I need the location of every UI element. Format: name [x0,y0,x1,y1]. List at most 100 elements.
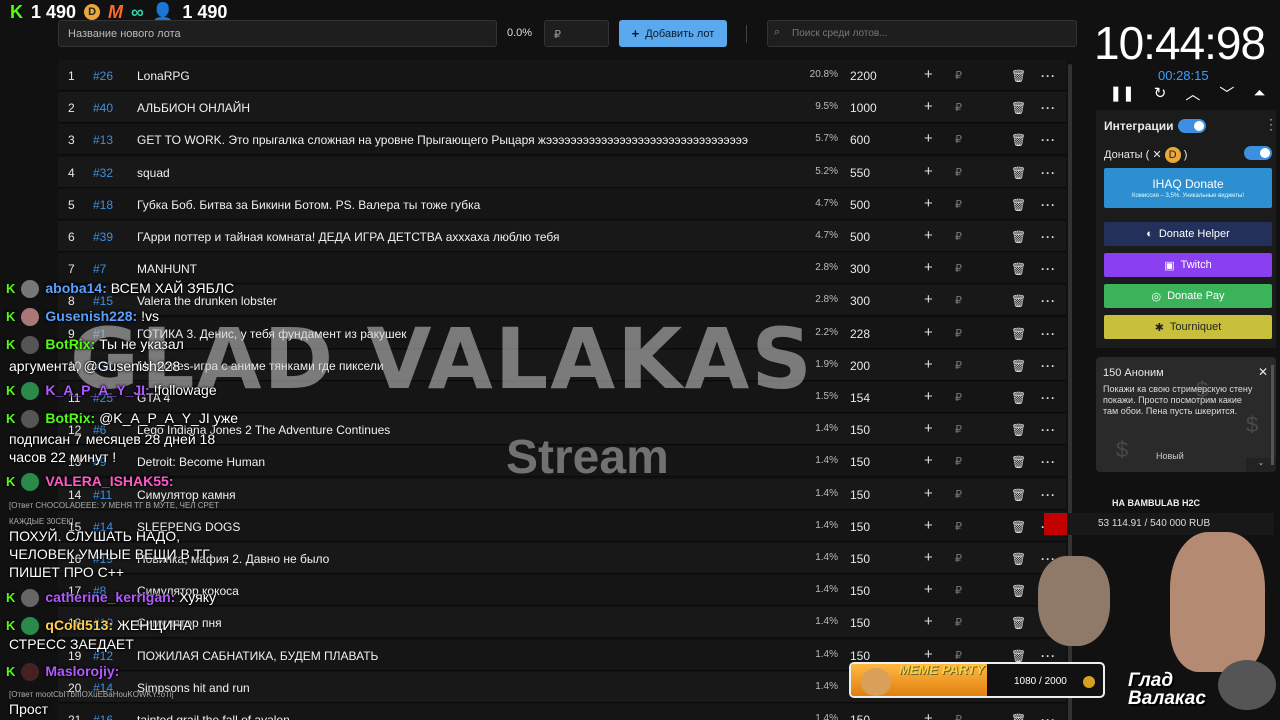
lot-sum[interactable]: 200 [850,359,910,373]
chat-username[interactable]: K_A_P_A_Y_JI: [45,382,149,398]
lot-row[interactable]: 9 #1 ГОТИКА 3. Денис, у тебя фундамент из … [58,317,1066,349]
lot-search-input[interactable]: ⌕ Поиск среди лотов... [767,20,1077,47]
plus-icon[interactable]: + [924,388,933,405]
more-icon[interactable]: ··· [1041,294,1056,308]
lot-sum[interactable]: 150 [850,649,910,663]
plus-icon[interactable]: + [924,581,933,598]
chevron-down-icon[interactable]: ﹀ [1219,83,1234,104]
ruble-icon[interactable]: ₽ [955,327,962,340]
add-lot-button[interactable]: + Добавить лот [619,20,727,47]
trash-icon[interactable]: 🗑 [1011,520,1026,534]
lot-name[interactable]: Memories-игра с аниме тянками где пиксел… [137,359,797,373]
more-icon[interactable]: ··· [1041,262,1056,276]
chevron-up-icon[interactable]: ︿ [1185,83,1200,104]
ruble-icon[interactable]: ₽ [955,69,962,82]
trash-icon[interactable]: 🗑 [1011,262,1026,276]
trash-icon[interactable]: 🗑 [1011,713,1026,720]
lot-row[interactable]: 13 #9 Detroit: Become Human 1.4% 150 + ₽ 🗑 ··· [58,446,1066,478]
lot-sum[interactable]: 150 [850,713,910,720]
lot-row[interactable]: 15#14SLEEPENG DOGS1.4%150+₽🗑··· [58,510,1066,542]
more-icon[interactable]: ··· [1041,198,1056,212]
lot-name[interactable]: ПОЖИЛАЯ САБНАТИКА, БУДЕМ ПЛАВАТЬ [137,649,797,663]
lot-name[interactable]: Detroit: Become Human [137,455,797,469]
trash-icon[interactable]: 🗑 [1011,455,1026,469]
lot-name[interactable]: SLEEPENG DOGS [137,520,797,534]
lot-name[interactable]: Новинка, мафия 2. Давно не было [137,552,797,566]
plus-icon[interactable]: + [924,420,933,437]
lot-name[interactable]: ГАрри поттер и тайная комната! ДЕДА ИГРА… [137,230,797,244]
trash-icon[interactable]: 🗑 [1011,198,1026,212]
ruble-icon[interactable]: ₽ [955,391,962,404]
chat-username[interactable]: VALERA_ISHAK55: [45,473,173,489]
more-icon[interactable]: ··· [1041,391,1056,405]
lot-name[interactable]: GET TO WORK. Это прыгалка сложная на уро… [137,133,797,147]
more-icon[interactable]: ··· [1041,713,1056,720]
plus-icon[interactable]: + [924,163,933,180]
trash-icon[interactable]: 🗑 [1011,101,1026,115]
lot-row[interactable]: 2 #40 АЛЬБИОН ОНЛАЙН 9.5% 1000 + ₽ 🗑 ··· [58,92,1066,124]
lot-sum[interactable]: 300 [850,262,910,276]
lot-row[interactable]: 21 #16 tainted grail the fall of avalon 1.4… [58,704,1066,720]
close-icon[interactable]: ✕ [1258,365,1268,379]
plus-icon[interactable]: + [924,98,933,115]
more-icon[interactable]: ··· [1041,133,1056,147]
trash-icon[interactable]: 🗑 [1011,294,1026,308]
ruble-icon[interactable]: ₽ [955,359,962,372]
donates-toggle[interactable] [1244,146,1272,160]
plus-icon[interactable]: + [924,227,933,244]
more-icon[interactable]: ⋮ [1264,116,1278,133]
lot-sum[interactable]: 500 [850,198,910,212]
ruble-icon[interactable]: ₽ [955,616,962,629]
more-icon[interactable]: ··· [1041,455,1056,469]
pause-icon[interactable]: ❚❚ [1110,84,1135,102]
plus-icon[interactable]: + [924,613,933,630]
lot-name[interactable]: Губка Боб. Битва за Бикини Ботом. PS. Ва… [137,198,797,212]
lot-sum[interactable]: 154 [850,391,910,405]
lot-sum[interactable]: 228 [850,327,910,341]
more-icon[interactable]: ··· [1041,649,1056,663]
trash-icon[interactable]: 🗑 [1011,133,1026,147]
lot-name[interactable]: АЛЬБИОН ОНЛАЙН [137,101,797,115]
more-icon[interactable]: ··· [1041,359,1056,373]
ruble-icon[interactable]: ₽ [955,198,962,211]
plus-icon[interactable]: + [924,710,933,720]
trash-icon[interactable]: 🗑 [1011,359,1026,373]
chat-username[interactable]: qCold513: [45,617,113,633]
integrations-toggle[interactable] [1178,119,1206,133]
plus-icon[interactable]: + [924,291,933,308]
lot-sum-input[interactable]: ₽ [544,20,609,47]
lot-sum[interactable]: 150 [850,616,910,630]
lot-row[interactable]: 5 #18 Губка Боб. Битва за Бикини Ботом. PS… [58,188,1066,220]
more-icon[interactable]: ··· [1041,423,1056,437]
plus-icon[interactable]: + [924,549,933,566]
lot-name-input[interactable]: Название нового лота [58,20,497,47]
lot-row[interactable]: 18#10Симулятор пня1.4%150+₽🗑··· [58,607,1066,639]
ruble-icon[interactable]: ₽ [955,552,962,565]
more-icon[interactable]: ··· [1041,488,1056,502]
ruble-icon[interactable]: ₽ [955,713,962,720]
chat-username[interactable]: BotRix: [45,410,95,426]
lot-sum[interactable]: 550 [850,166,910,180]
plus-icon[interactable]: + [924,646,933,663]
lot-sum[interactable]: 150 [850,552,910,566]
donate-helper-button[interactable]: ◐ Donate Helper [1104,222,1272,246]
more-icon[interactable]: ··· [1041,101,1056,115]
more-icon[interactable]: ··· [1041,69,1056,83]
plus-icon[interactable]: + [924,66,933,83]
chat-username[interactable]: catherine_kerrigan: [45,589,175,605]
lot-name[interactable]: squad [137,166,797,180]
ruble-icon[interactable]: ₽ [955,230,962,243]
ruble-icon[interactable]: ₽ [955,649,962,662]
ruble-icon[interactable]: ₽ [955,133,962,146]
plus-icon[interactable]: + [924,324,933,341]
trash-icon[interactable]: 🗑 [1011,616,1026,630]
chat-username[interactable]: Maslorojiy: [45,663,119,679]
reset-icon[interactable]: ↻ [1154,84,1167,102]
plus-icon[interactable]: + [924,259,933,276]
trash-icon[interactable]: 🗑 [1011,649,1026,663]
plus-icon[interactable]: + [924,356,933,373]
trash-icon[interactable]: 🗑 [1011,584,1026,598]
trash-icon[interactable]: 🗑 [1011,69,1026,83]
chat-username[interactable]: Gusenish228: [45,308,137,324]
twitch-button[interactable]: ▣ Twitch [1104,253,1272,277]
